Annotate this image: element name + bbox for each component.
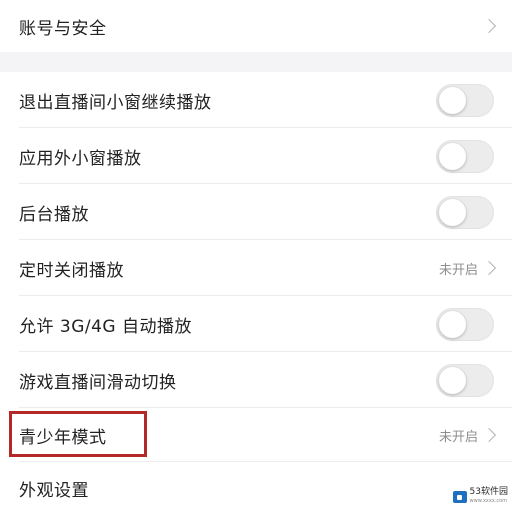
account-security-label: 账号与安全 <box>19 18 107 39</box>
setting-label: 退出直播间小窗继续播放 <box>19 92 212 113</box>
toggle-knob <box>439 198 466 226</box>
toggle-knob <box>439 86 466 114</box>
setting-label: 应用外小窗播放 <box>19 148 142 169</box>
chevron-right-icon <box>481 260 497 276</box>
teen-mode-status: 未开启 <box>438 429 478 445</box>
setting-label: 青少年模式 <box>19 427 107 448</box>
toggle-knob <box>439 366 466 394</box>
setting-row-background-play: 后台播放 <box>0 184 512 240</box>
toggle-knob <box>439 310 466 338</box>
setting-label: 后台播放 <box>19 204 89 225</box>
mobile-data-autoplay-toggle[interactable] <box>436 307 494 341</box>
setting-label: 允许 3G/4G 自动播放 <box>19 316 193 337</box>
outside-app-mini-window-toggle[interactable] <box>436 139 494 173</box>
sleep-timer-status: 未开启 <box>438 262 478 278</box>
setting-label: 定时关闭播放 <box>19 260 124 281</box>
watermark-brand: 53软件园 <box>469 487 508 497</box>
chevron-right-icon <box>481 427 497 443</box>
setting-row-appearance[interactable]: 外观设置 <box>0 462 512 514</box>
setting-row-sleep-timer[interactable]: 定时关闭播放 未开启 <box>0 240 512 296</box>
setting-row-game-live-swipe: 游戏直播间滑动切换 <box>0 352 512 408</box>
setting-label: 外观设置 <box>19 480 89 501</box>
setting-label: 游戏直播间滑动切换 <box>19 372 177 393</box>
game-live-swipe-toggle[interactable] <box>436 363 494 397</box>
toggle-knob <box>439 142 466 170</box>
exit-live-mini-window-toggle[interactable] <box>436 83 494 117</box>
background-play-toggle[interactable] <box>436 195 494 229</box>
chevron-right-icon <box>481 18 497 34</box>
account-security-row[interactable]: 账号与安全 <box>0 0 512 52</box>
setting-row-mobile-data-autoplay: 允许 3G/4G 自动播放 <box>0 296 512 352</box>
watermark-logo-icon <box>452 491 467 503</box>
setting-row-outside-app-mini-window: 应用外小窗播放 <box>0 128 512 184</box>
watermark-url: www.xxxx.com <box>469 498 508 504</box>
setting-row-exit-live-mini-window: 退出直播间小窗继续播放 <box>0 72 512 128</box>
watermark: 53软件园 www.xxxx.com <box>452 487 508 506</box>
setting-row-teen-mode[interactable]: 青少年模式 未开启 <box>0 408 512 462</box>
